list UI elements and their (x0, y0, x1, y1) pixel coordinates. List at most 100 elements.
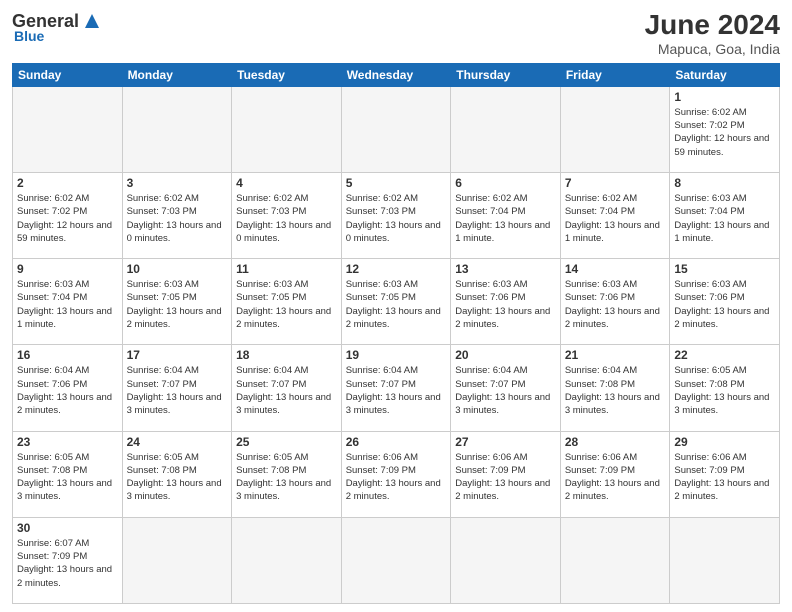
day-info: Sunrise: 6:03 AM Sunset: 7:05 PM Dayligh… (127, 278, 228, 331)
day-info: Sunrise: 6:05 AM Sunset: 7:08 PM Dayligh… (674, 364, 775, 417)
title-area: June 2024 Mapuca, Goa, India (645, 10, 780, 57)
day-number: 7 (565, 176, 666, 190)
week-row-4: 16Sunrise: 6:04 AM Sunset: 7:06 PM Dayli… (13, 345, 780, 431)
day-number: 29 (674, 435, 775, 449)
week-row-3: 9 Sunrise: 6:03 AM Sunset: 7:04 PM Daylig… (13, 259, 780, 345)
logo: General Blue (12, 10, 103, 44)
day-info: Sunrise: 6:03 AM Sunset: 7:06 PM Dayligh… (674, 278, 775, 331)
day-info: Sunrise: 6:03 AM Sunset: 7:05 PM Dayligh… (346, 278, 447, 331)
day-number: 6 (455, 176, 556, 190)
calendar-cell (122, 86, 232, 172)
calendar-cell (232, 517, 342, 603)
day-info: Sunrise: 6:06 AM Sunset: 7:09 PM Dayligh… (455, 451, 556, 504)
header: General Blue June 2024 Mapuca, Goa, Indi… (12, 10, 780, 57)
calendar-cell: 11Sunrise: 6:03 AM Sunset: 7:05 PM Dayli… (232, 259, 342, 345)
calendar-cell: 5Sunrise: 6:02 AM Sunset: 7:03 PM Daylig… (341, 172, 451, 258)
calendar-cell: 8 Sunrise: 6:03 AM Sunset: 7:04 PM Daylig… (670, 172, 780, 258)
calendar-cell (122, 517, 232, 603)
day-number: 28 (565, 435, 666, 449)
calendar-cell: 13Sunrise: 6:03 AM Sunset: 7:06 PM Dayli… (451, 259, 561, 345)
day-info: Sunrise: 6:02 AM Sunset: 7:02 PM Dayligh… (674, 106, 775, 159)
day-info: Sunrise: 6:04 AM Sunset: 7:07 PM Dayligh… (346, 364, 447, 417)
day-info: Sunrise: 6:02 AM Sunset: 7:02 PM Dayligh… (17, 192, 118, 245)
day-info: Sunrise: 6:04 AM Sunset: 7:06 PM Dayligh… (17, 364, 118, 417)
week-row-1: 1 Sunrise: 6:02 AM Sunset: 7:02 PM Daylig… (13, 86, 780, 172)
calendar-cell: 25Sunrise: 6:05 AM Sunset: 7:08 PM Dayli… (232, 431, 342, 517)
day-number: 20 (455, 348, 556, 362)
day-info: Sunrise: 6:03 AM Sunset: 7:06 PM Dayligh… (455, 278, 556, 331)
calendar-cell (560, 517, 670, 603)
calendar-cell: 9 Sunrise: 6:03 AM Sunset: 7:04 PM Daylig… (13, 259, 123, 345)
day-number: 23 (17, 435, 118, 449)
calendar-cell: 29 Sunrise: 6:06 AM Sunset: 7:09 PM Dayli… (670, 431, 780, 517)
day-number: 14 (565, 262, 666, 276)
calendar-cell: 28 Sunrise: 6:06 AM Sunset: 7:09 PM Dayli… (560, 431, 670, 517)
day-number: 10 (127, 262, 228, 276)
day-number: 24 (127, 435, 228, 449)
calendar-cell: 2 Sunrise: 6:02 AM Sunset: 7:02 PM Daylig… (13, 172, 123, 258)
calendar-cell (560, 86, 670, 172)
col-thursday: Thursday (451, 63, 561, 86)
calendar-cell (451, 517, 561, 603)
calendar-cell: 1 Sunrise: 6:02 AM Sunset: 7:02 PM Daylig… (670, 86, 780, 172)
calendar-table: Sunday Monday Tuesday Wednesday Thursday… (12, 63, 780, 604)
calendar-cell: 15Sunrise: 6:03 AM Sunset: 7:06 PM Dayli… (670, 259, 780, 345)
day-number: 19 (346, 348, 447, 362)
day-number: 4 (236, 176, 337, 190)
day-info: Sunrise: 6:02 AM Sunset: 7:03 PM Dayligh… (236, 192, 337, 245)
day-info: Sunrise: 6:06 AM Sunset: 7:09 PM Dayligh… (565, 451, 666, 504)
day-info: Sunrise: 6:05 AM Sunset: 7:08 PM Dayligh… (17, 451, 118, 504)
calendar-cell (13, 86, 123, 172)
col-monday: Monday (122, 63, 232, 86)
day-number: 11 (236, 262, 337, 276)
calendar-cell: 22 Sunrise: 6:05 AM Sunset: 7:08 PM Dayli… (670, 345, 780, 431)
day-info: Sunrise: 6:06 AM Sunset: 7:09 PM Dayligh… (346, 451, 447, 504)
calendar-cell: 17 Sunrise: 6:04 AM Sunset: 7:07 PM Dayli… (122, 345, 232, 431)
calendar-cell: 6Sunrise: 6:02 AM Sunset: 7:04 PM Daylig… (451, 172, 561, 258)
week-row-6: 30Sunrise: 6:07 AM Sunset: 7:09 PM Dayli… (13, 517, 780, 603)
day-info: Sunrise: 6:04 AM Sunset: 7:07 PM Dayligh… (127, 364, 228, 417)
day-info: Sunrise: 6:02 AM Sunset: 7:04 PM Dayligh… (565, 192, 666, 245)
day-number: 8 (674, 176, 775, 190)
day-number: 27 (455, 435, 556, 449)
day-number: 22 (674, 348, 775, 362)
calendar-cell (341, 86, 451, 172)
day-info: Sunrise: 6:04 AM Sunset: 7:07 PM Dayligh… (455, 364, 556, 417)
day-info: Sunrise: 6:02 AM Sunset: 7:03 PM Dayligh… (127, 192, 228, 245)
day-info: Sunrise: 6:03 AM Sunset: 7:04 PM Dayligh… (17, 278, 118, 331)
calendar-cell: 27 Sunrise: 6:06 AM Sunset: 7:09 PM Dayli… (451, 431, 561, 517)
day-number: 2 (17, 176, 118, 190)
calendar-cell: 19 Sunrise: 6:04 AM Sunset: 7:07 PM Dayli… (341, 345, 451, 431)
calendar-cell: 24 Sunrise: 6:05 AM Sunset: 7:08 PM Dayli… (122, 431, 232, 517)
day-info: Sunrise: 6:06 AM Sunset: 7:09 PM Dayligh… (674, 451, 775, 504)
day-number: 9 (17, 262, 118, 276)
calendar-cell (451, 86, 561, 172)
calendar-cell: 3 Sunrise: 6:02 AM Sunset: 7:03 PM Daylig… (122, 172, 232, 258)
month-year: June 2024 (645, 10, 780, 41)
calendar-cell: 23 Sunrise: 6:05 AM Sunset: 7:08 PM Dayli… (13, 431, 123, 517)
day-number: 17 (127, 348, 228, 362)
location: Mapuca, Goa, India (645, 41, 780, 57)
calendar-cell: 20 Sunrise: 6:04 AM Sunset: 7:07 PM Dayli… (451, 345, 561, 431)
day-info: Sunrise: 6:04 AM Sunset: 7:08 PM Dayligh… (565, 364, 666, 417)
day-info: Sunrise: 6:05 AM Sunset: 7:08 PM Dayligh… (127, 451, 228, 504)
day-info: Sunrise: 6:04 AM Sunset: 7:07 PM Dayligh… (236, 364, 337, 417)
calendar-cell: 26Sunrise: 6:06 AM Sunset: 7:09 PM Dayli… (341, 431, 451, 517)
day-number: 21 (565, 348, 666, 362)
calendar-cell: 18 Sunrise: 6:04 AM Sunset: 7:07 PM Dayli… (232, 345, 342, 431)
calendar-cell: 4 Sunrise: 6:02 AM Sunset: 7:03 PM Daylig… (232, 172, 342, 258)
day-number: 12 (346, 262, 447, 276)
day-number: 1 (674, 90, 775, 104)
day-number: 3 (127, 176, 228, 190)
day-number: 18 (236, 348, 337, 362)
logo-blue-text: Blue (14, 28, 44, 44)
col-tuesday: Tuesday (232, 63, 342, 86)
header-row: Sunday Monday Tuesday Wednesday Thursday… (13, 63, 780, 86)
calendar-cell (232, 86, 342, 172)
logo-triangle-icon (81, 10, 103, 32)
day-info: Sunrise: 6:03 AM Sunset: 7:04 PM Dayligh… (674, 192, 775, 245)
col-friday: Friday (560, 63, 670, 86)
calendar-cell (341, 517, 451, 603)
calendar-cell: 7 Sunrise: 6:02 AM Sunset: 7:04 PM Daylig… (560, 172, 670, 258)
day-info: Sunrise: 6:03 AM Sunset: 7:06 PM Dayligh… (565, 278, 666, 331)
